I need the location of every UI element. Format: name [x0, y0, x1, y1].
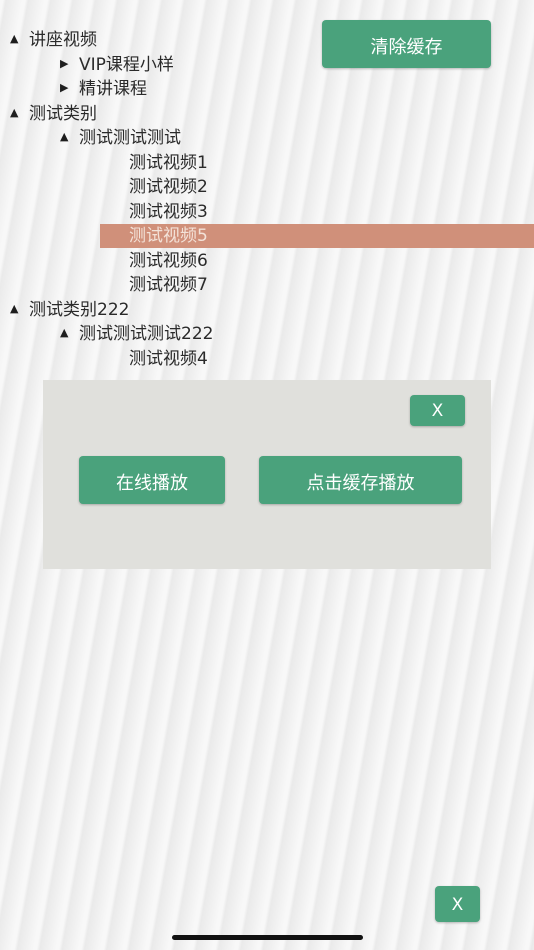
tree-node-vip-sample[interactable]: ▶ VIP课程小样 [0, 53, 534, 78]
tree-node-test-category-222[interactable]: ▲ 测试类别222 [0, 298, 534, 323]
tree-node-lecture-videos[interactable]: ▲ 讲座视频 [0, 28, 534, 53]
collapse-triangle-icon[interactable]: ▲ [10, 28, 24, 50]
tree-leaf-video[interactable]: 测试视频7 [0, 273, 534, 298]
expand-triangle-icon[interactable]: ▶ [60, 77, 74, 99]
tree-leaf-video[interactable]: 测试视频1 [0, 151, 534, 176]
close-button[interactable]: X [435, 886, 480, 922]
tree-node-detailed-courses[interactable]: ▶ 精讲课程 [0, 77, 534, 102]
home-indicator [172, 935, 363, 940]
dialog-close-button[interactable]: X [410, 395, 465, 426]
tree-node-label: 测试测试测试222 [79, 324, 214, 344]
video-label: 测试视频1 [129, 152, 208, 173]
tree-leaf-video[interactable]: 测试视频4 [0, 347, 534, 372]
tree-node-test-subcategory[interactable]: ▲ 测试测试测试 [0, 126, 534, 151]
collapse-triangle-icon[interactable]: ▲ [10, 298, 24, 320]
video-label: 测试视频4 [129, 348, 208, 369]
tree-leaf-video[interactable]: 测试视频2 [0, 175, 534, 200]
cache-play-button[interactable]: 点击缓存播放 [259, 456, 462, 504]
video-label: 测试视频3 [129, 201, 208, 222]
tree-leaf-video[interactable]: 测试视频3 [0, 200, 534, 225]
tree-node-label: 精讲课程 [79, 79, 147, 99]
collapse-triangle-icon[interactable]: ▲ [60, 126, 74, 148]
tree-node-test-subcategory-222[interactable]: ▲ 测试测试测试222 [0, 322, 534, 347]
tree-node-label: VIP课程小样 [79, 54, 174, 75]
app-screen: { "toolbar": { "clear_cache_label": "清除缓… [0, 0, 534, 950]
collapse-triangle-icon[interactable]: ▲ [10, 102, 24, 124]
expand-triangle-icon[interactable]: ▶ [60, 53, 74, 75]
collapse-triangle-icon[interactable]: ▲ [60, 322, 74, 344]
video-label: 测试视频7 [129, 275, 208, 295]
tree-node-label: 测试测试测试 [79, 128, 181, 148]
online-play-button[interactable]: 在线播放 [79, 456, 225, 504]
video-label: 测试视频2 [129, 177, 208, 197]
course-tree: ▲ 讲座视频 ▶ VIP课程小样 ▶ 精讲课程 ▲ 测试类别 ▲ 测试测试测试 … [0, 28, 534, 371]
video-label: 测试视频5 [129, 226, 208, 246]
tree-leaf-video-selected[interactable]: 测试视频5 [0, 224, 534, 249]
tree-node-label: 测试类别222 [29, 299, 130, 320]
tree-node-label: 讲座视频 [29, 30, 97, 50]
play-options-dialog: X 在线播放 点击缓存播放 [43, 380, 491, 569]
tree-node-label: 测试类别 [29, 103, 97, 124]
video-label: 测试视频6 [129, 250, 208, 271]
tree-node-test-category[interactable]: ▲ 测试类别 [0, 102, 534, 127]
tree-leaf-video[interactable]: 测试视频6 [0, 249, 534, 274]
